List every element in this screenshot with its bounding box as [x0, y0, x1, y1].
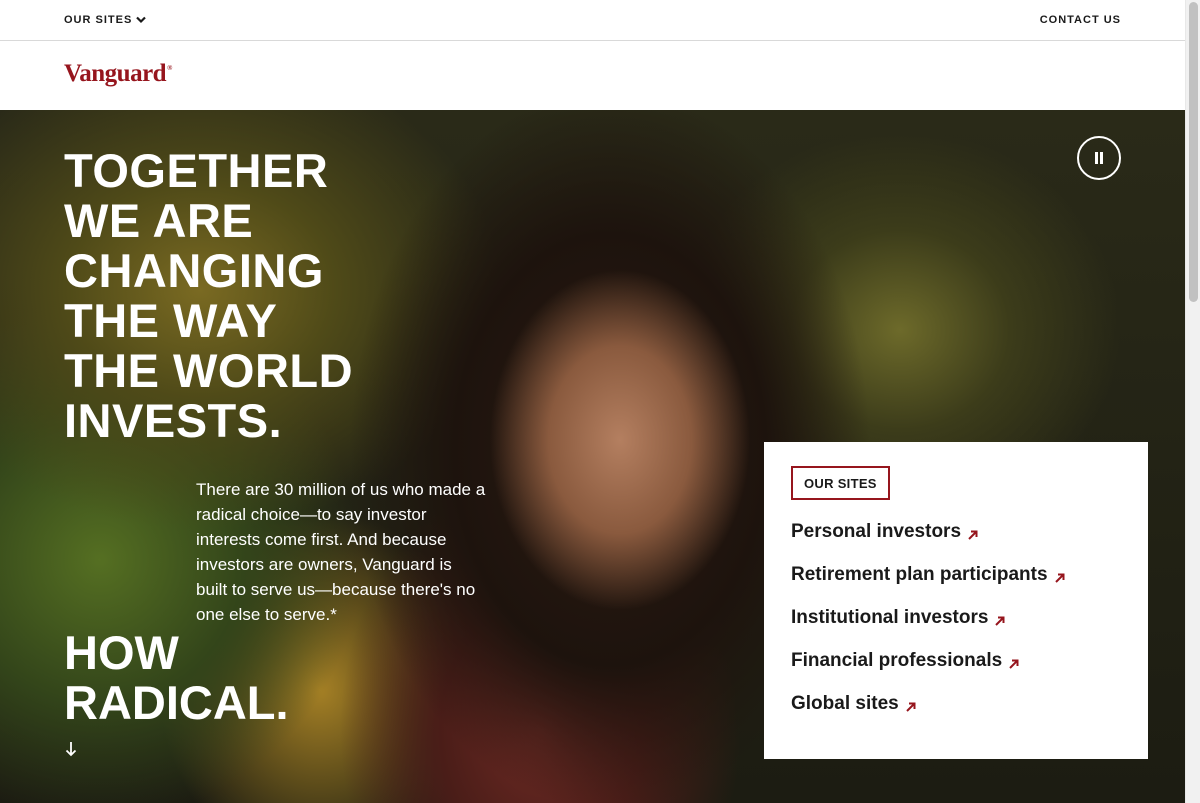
site-link-financial-professionals[interactable]: Financial professionals [791, 650, 1020, 672]
scroll-down-button[interactable] [64, 738, 78, 760]
vanguard-logo[interactable]: Vanguard® [64, 60, 172, 88]
hero-headline: TOGETHER WE ARE CHANGING THE WAY THE WOR… [64, 146, 353, 446]
pause-icon [1095, 152, 1103, 164]
contact-us-link[interactable]: CONTACT US [1040, 14, 1121, 26]
headline-line: INVESTS. [64, 394, 283, 447]
site-link-institutional-investors[interactable]: Institutional investors [791, 607, 1006, 629]
our-sites-menu[interactable]: OUR SITES [64, 14, 147, 26]
headline-line: THE WORLD [64, 344, 354, 397]
site-link-personal-investors[interactable]: Personal investors [791, 521, 979, 543]
chevron-down-icon [136, 16, 147, 24]
our-sites-card: OUR SITES Personal investors Retirement … [764, 442, 1148, 759]
external-arrow-icon [968, 530, 978, 540]
hero-tagline: HOW RADICAL. [64, 628, 289, 728]
tagline-line: HOW [64, 626, 179, 679]
site-link-global-sites[interactable]: Global sites [791, 693, 917, 715]
utility-bar: OUR SITES CONTACT US [0, 0, 1185, 41]
site-link-label: Global sites [791, 693, 899, 714]
logo-registered-mark: ® [167, 64, 172, 72]
site-link-label: Institutional investors [791, 607, 989, 628]
external-arrow-icon [1009, 659, 1019, 669]
external-arrow-icon [1054, 573, 1065, 583]
header: Vanguard® [0, 41, 1185, 110]
external-arrow-icon [995, 616, 1005, 626]
page-scrollbar[interactable] [1185, 0, 1200, 803]
hero-body-copy: There are 30 million of us who made a ra… [196, 480, 486, 624]
headline-line: CHANGING [64, 244, 324, 297]
headline-line: THE WAY [64, 294, 278, 347]
arrow-down-icon [65, 742, 77, 757]
pause-video-button[interactable] [1077, 136, 1121, 180]
scrollbar-thumb[interactable] [1189, 2, 1198, 302]
tagline-line: RADICAL. [64, 676, 289, 729]
logo-text: Vanguard [64, 60, 167, 87]
our-sites-badge: OUR SITES [791, 466, 890, 500]
site-link-label: Financial professionals [791, 650, 1003, 671]
headline-line: WE ARE [64, 194, 254, 247]
site-link-label: Personal investors [791, 521, 962, 542]
our-sites-label: OUR SITES [64, 14, 133, 26]
external-arrow-icon [905, 702, 916, 712]
site-link-retirement-plan-participants[interactable]: Retirement plan participants [791, 564, 1066, 586]
headline-line: TOGETHER [64, 144, 329, 197]
site-link-label: Retirement plan participants [791, 564, 1048, 585]
